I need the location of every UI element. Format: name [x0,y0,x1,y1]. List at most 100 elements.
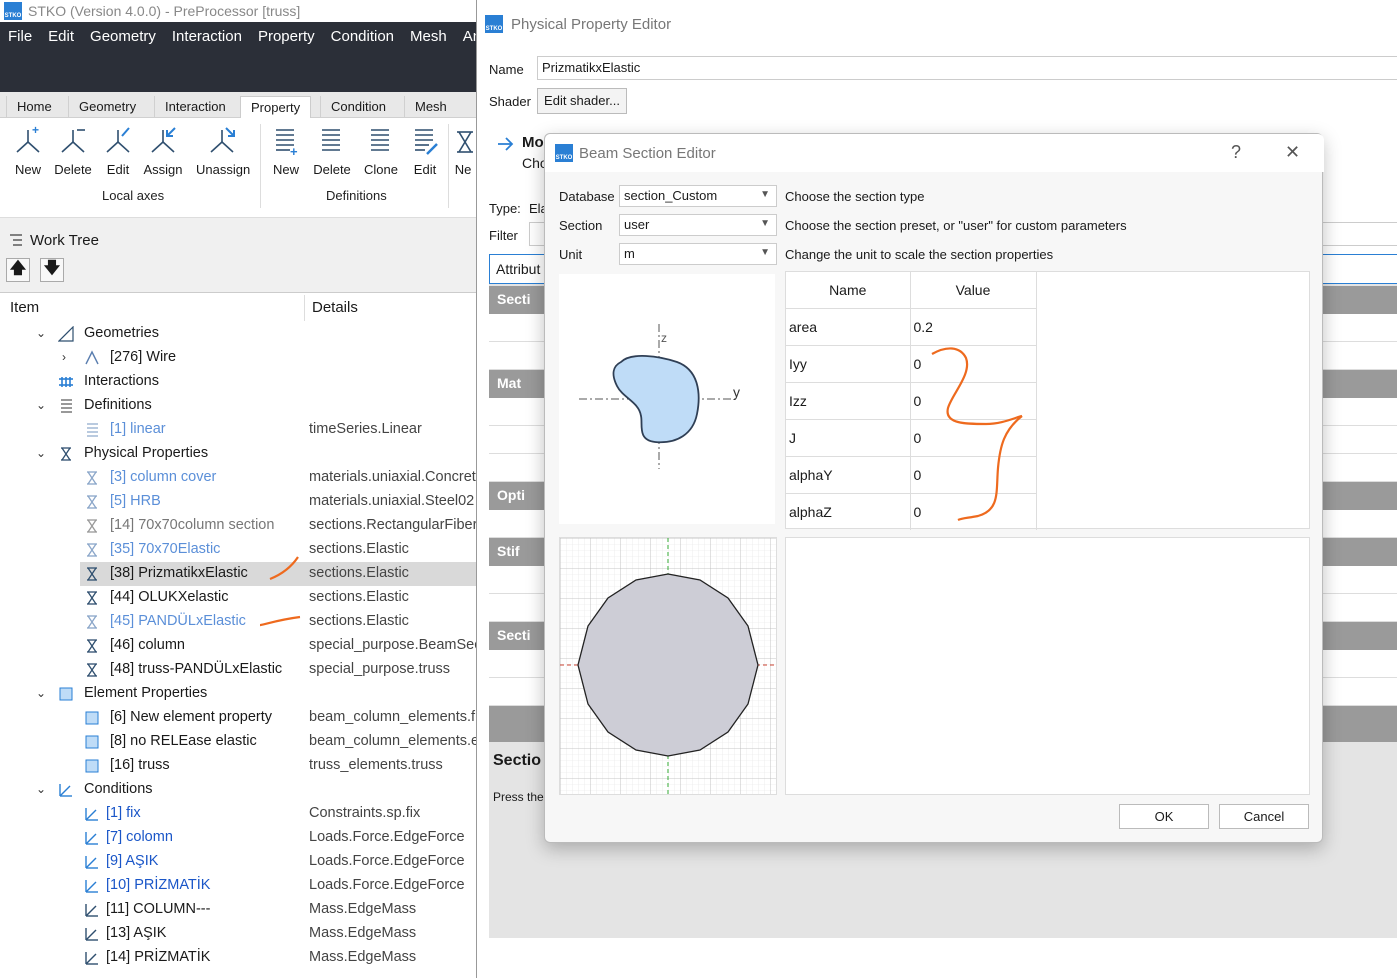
chevron-down-icon[interactable]: ⌄ [36,326,46,340]
tree-row-interactions[interactable]: Interactions [0,370,480,394]
section-select[interactable]: user ▼ [619,214,777,236]
mass-icon [85,952,98,965]
definitions-delete-button[interactable]: Delete [309,124,355,177]
arrow-right-icon [498,137,514,151]
annotation-bracket [931,347,1023,522]
chevron-down-icon[interactable]: ⌄ [36,446,46,460]
tree-row-fix[interactable]: [1] fix Constraints.sp.fix [0,802,480,826]
menu-condition[interactable]: Condition [331,28,394,45]
help-button[interactable]: ? [1231,142,1241,163]
tab-mesh[interactable]: Mesh [404,96,457,118]
local-axes-assign-button[interactable]: Assign [140,124,186,177]
column-header-details[interactable]: Details [312,293,358,321]
unit-hint: Change the unit to scale the section pro… [785,247,1054,262]
ppe-name-label: Name [489,62,524,77]
tree-row-truss-pandulxelastic[interactable]: [48] truss-PANDÜLxElastic special_purpos… [0,658,480,682]
tree-row-prizmatik[interactable]: [10] PRİZMATİK Loads.Force.EdgeForce [0,874,480,898]
tree-row-wire[interactable]: › [276] Wire [0,346,480,370]
close-button[interactable]: ✕ [1285,142,1300,163]
arrow-up-icon: 🡅 [9,259,27,277]
ppe-name-field[interactable]: PrizmatikxElastic [537,56,1397,80]
tree-label: [3] column cover [110,469,217,485]
ppe-type-label: Type: [489,201,521,216]
tree-row-column-cover[interactable]: [3] column cover materials.uniaxial.Conc… [0,466,480,490]
prop-name: J [786,418,911,456]
cancel-button[interactable]: Cancel [1219,804,1309,829]
partial-new-button[interactable]: Ne [448,124,478,177]
tree-row-70x70column-section[interactable]: [14] 70x70column section sections.Rectan… [0,514,480,538]
definitions-edit-label: Edit [413,162,437,177]
section-label: Secti [497,291,531,307]
tab-geometry[interactable]: Geometry [68,96,146,118]
column-header-item[interactable]: Item [10,293,39,321]
tree-row-asik-mass[interactable]: [13] AŞIK Mass.EdgeMass [0,922,480,946]
database-select[interactable]: section_Custom ▼ [619,185,777,207]
tree-details: Mass.EdgeMass [309,901,417,917]
tree-details: sections.Elastic [309,541,409,557]
tab-interaction[interactable]: Interaction [154,96,236,118]
edit-shader-button[interactable]: Edit shader... [537,88,627,114]
menu-geometry[interactable]: Geometry [90,28,156,45]
prop-name: alphaY [786,455,911,493]
table-row[interactable]: area 0.2 [786,307,1037,345]
move-down-button[interactable]: 🡇 [40,258,64,282]
prop-value[interactable]: 0.2 [910,307,1037,345]
ppe-title-bar: STKO Physical Property Editor [477,0,1397,48]
local-axes-new-label: New [14,162,41,177]
local-axes-assign-label: Assign [143,162,183,177]
move-up-button[interactable]: 🡅 [6,258,30,282]
tab-home[interactable]: Home [6,96,62,118]
name-column-header: Name [786,272,911,308]
menu-interaction[interactable]: Interaction [172,28,242,45]
tree-row-truss[interactable]: [16] truss truss_elements.truss [0,754,480,778]
svg-text:+: + [290,144,298,158]
arrow-down-icon: 🡇 [43,259,61,277]
chevron-down-icon[interactable]: ⌄ [36,686,46,700]
tree-row-conditions[interactable]: ⌄ Conditions [0,778,480,802]
local-axes-delete-button[interactable]: Delete [50,124,96,177]
tab-condition[interactable]: Condition [320,96,396,118]
chevron-down-icon[interactable]: ⌄ [36,782,46,796]
tree-details: truss_elements.truss [309,757,443,773]
tree-row-column-mass[interactable]: [11] COLUMN--- Mass.EdgeMass [0,898,480,922]
menu-file[interactable]: File [8,28,32,45]
definitions-clone-button[interactable]: Clone [358,124,404,177]
section-icon [87,615,97,629]
tree-row-linear[interactable]: [1] linear timeSeries.Linear [0,418,480,442]
definitions-edit-button[interactable]: Edit [402,124,448,177]
section-label: Section [559,218,603,233]
tree-row-geometries[interactable]: ⌄ Geometries [0,322,480,346]
tree-row-prizmatik-mass[interactable]: [14] PRİZMATİK Mass.EdgeMass [0,946,480,970]
tree-row-no-release-elastic[interactable]: [8] no RELEase elastic beam_column_eleme… [0,730,480,754]
unit-select[interactable]: m ▼ [619,243,777,265]
section-info-panel [785,537,1310,795]
definitions-new-button[interactable]: + New [263,124,309,177]
chevron-right-icon[interactable]: › [62,350,66,364]
tree-row-column[interactable]: [46] column special_purpose.BeamSec [0,634,482,658]
chevron-down-icon[interactable]: ⌄ [36,398,46,412]
tree-row-70x70elastic[interactable]: [35] 70x70Elastic sections.Elastic [0,538,480,562]
tab-property[interactable]: Property [240,96,312,118]
menu-property[interactable]: Property [258,28,315,45]
tree-label: Conditions [84,781,153,797]
local-axes-edit-button[interactable]: Edit [95,124,141,177]
element-property-icon [85,759,99,773]
axes-assign-icon [151,127,176,153]
menu-edit[interactable]: Edit [48,28,74,45]
tree-row-definitions[interactable]: ⌄ Definitions [0,394,480,418]
local-axes-new-button[interactable]: + New [5,124,51,177]
tree-row-element-properties[interactable]: ⌄ Element Properties [0,682,480,706]
tree-row-pandulxelastic[interactable]: [45] PANDÜLxElastic sections.Elastic [0,610,480,634]
local-axes-unassign-button[interactable]: Unassign [196,124,250,177]
tree-label: [10] PRİZMATİK [106,877,211,893]
menu-mesh[interactable]: Mesh [410,28,447,45]
tree-row-hrb[interactable]: [5] HRB materials.uniaxial.Steel02 [0,490,480,514]
main-window-title: STKO (Version 4.0.0) - PreProcessor [tru… [28,3,301,19]
ok-button[interactable]: OK [1119,804,1209,829]
tree-row-olukxelastic[interactable]: [44] OLUKXelastic sections.Elastic [0,586,480,610]
tree-row-colomn[interactable]: [7] colomn Loads.Force.EdgeForce [0,826,480,850]
tree-row-new-element-property[interactable]: [6] New element property beam_column_ele… [0,706,480,730]
tree-label: [9] AŞIK [106,853,159,869]
tree-row-physical-properties[interactable]: ⌄ Physical Properties [0,442,480,466]
tree-row-asik[interactable]: [9] AŞIK Loads.Force.EdgeForce [0,850,480,874]
